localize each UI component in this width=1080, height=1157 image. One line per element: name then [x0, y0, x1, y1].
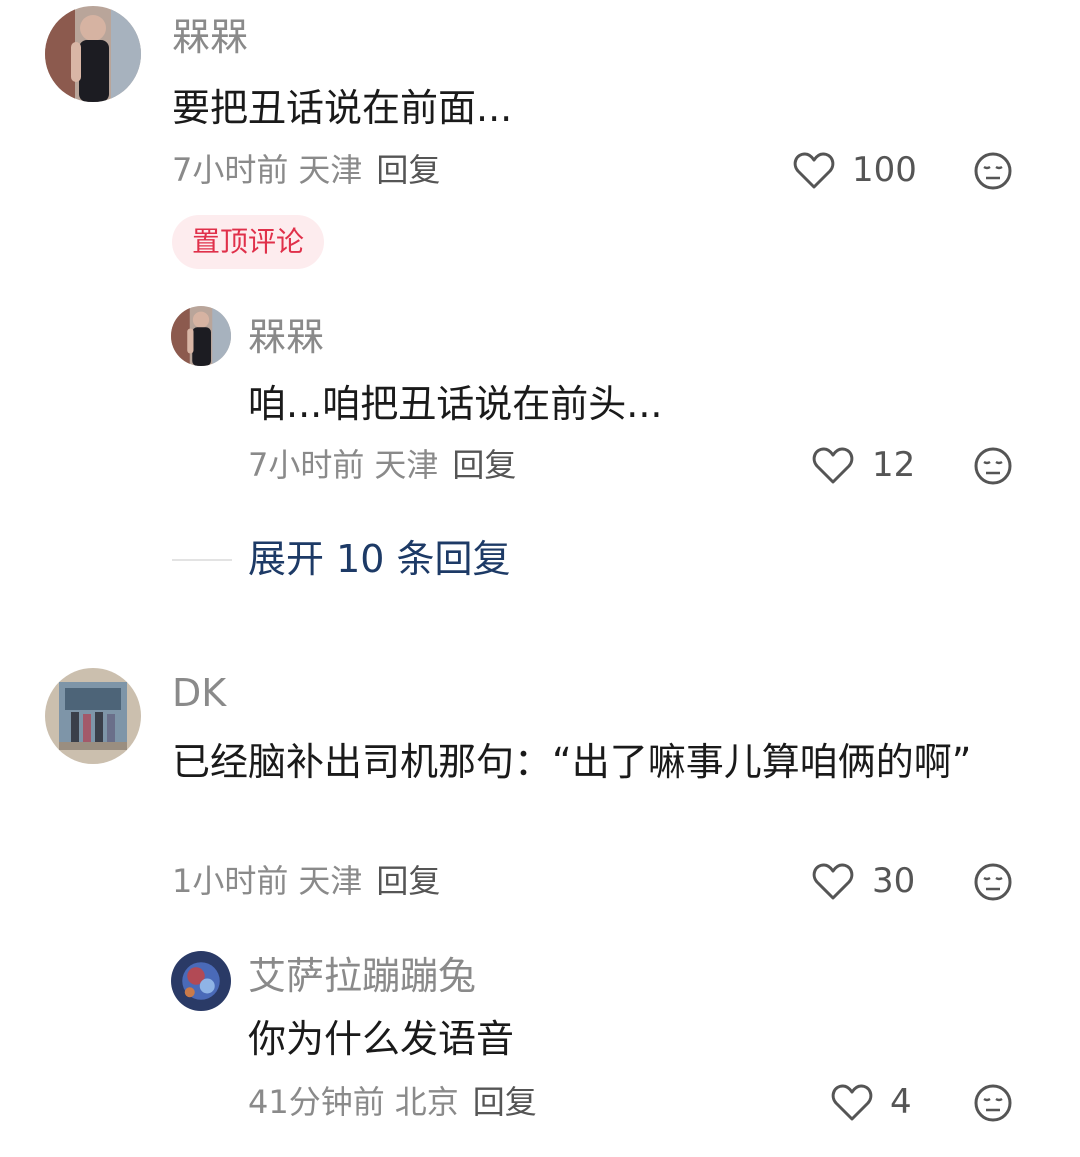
heart-outline-icon[interactable] — [812, 863, 854, 901]
reply-location: 天津 — [374, 446, 439, 484]
reply-time: 41分钟前 — [248, 1083, 385, 1121]
reply-meta: 41分钟前 北京 回复 — [248, 1086, 537, 1118]
comment-location: 天津 — [298, 151, 363, 189]
reply-username[interactable]: 槑槑 — [248, 318, 324, 356]
reply-meta: 7小时前 天津 回复 — [248, 449, 516, 481]
meh-face-icon[interactable] — [973, 862, 1013, 902]
heart-outline-icon[interactable] — [793, 152, 835, 190]
reply-content: 咱...咱把丑话说在前头... — [248, 382, 663, 426]
reply-button[interactable]: 回复 — [376, 151, 440, 189]
avatar[interactable] — [45, 668, 141, 764]
comment-time: 1小时前 — [172, 862, 289, 900]
reply-avatar[interactable] — [171, 951, 231, 1011]
meh-face-icon[interactable] — [973, 446, 1013, 486]
avatar[interactable] — [45, 6, 141, 102]
heart-outline-icon[interactable] — [812, 447, 854, 485]
comment-content: 已经脑补出司机那句：“出了嘛事儿算咱俩的啊” — [172, 740, 972, 784]
reply-avatar[interactable] — [171, 306, 231, 366]
like-count: 12 — [872, 445, 916, 485]
reply-button[interactable]: 回复 — [473, 1083, 537, 1121]
like-count: 100 — [852, 150, 917, 190]
reply-content: 你为什么发语音 — [248, 1017, 515, 1061]
comment-location: 天津 — [298, 862, 363, 900]
comment-username[interactable]: DK — [172, 674, 226, 712]
pinned-comment-badge: 置顶评论 — [172, 215, 325, 269]
comment-meta: 7小时前 天津 回复 — [172, 154, 440, 186]
reply-location: 北京 — [394, 1083, 459, 1121]
like-count: 30 — [872, 861, 916, 901]
meh-face-icon[interactable] — [973, 151, 1013, 191]
reply-button[interactable]: 回复 — [376, 862, 440, 900]
meh-face-icon[interactable] — [973, 1083, 1013, 1123]
expand-divider — [172, 559, 232, 561]
reply-username[interactable]: 艾萨拉蹦蹦兔 — [248, 957, 476, 995]
expand-replies-button[interactable]: 展开 10 条回复 — [248, 540, 511, 578]
heart-outline-icon[interactable] — [831, 1084, 873, 1122]
comment-content: 要把丑话说在前面... — [172, 86, 513, 130]
reply-time: 7小时前 — [248, 446, 365, 484]
comment-meta: 1小时前 天津 回复 — [172, 865, 440, 897]
comment-time: 7小时前 — [172, 151, 289, 189]
like-count: 4 — [890, 1082, 912, 1122]
comment-username[interactable]: 槑槑 — [172, 18, 248, 56]
reply-button[interactable]: 回复 — [452, 446, 516, 484]
